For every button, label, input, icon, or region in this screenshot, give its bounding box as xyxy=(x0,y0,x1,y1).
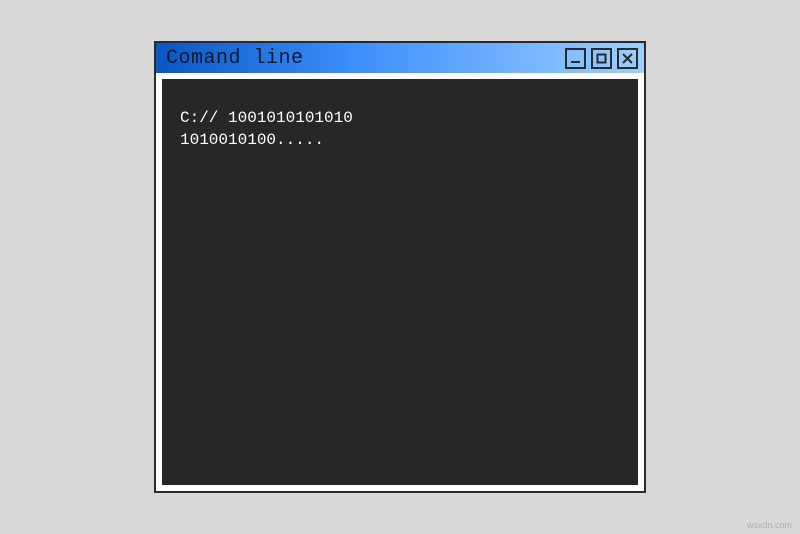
titlebar[interactable]: Comand line xyxy=(156,43,644,73)
window-controls xyxy=(565,48,638,69)
terminal-line-1: C:// 1001010101010 xyxy=(180,107,620,129)
window-title: Comand line xyxy=(166,47,304,70)
terminal-content[interactable]: C:// 1001010101010 1010010100..... xyxy=(162,79,638,485)
terminal-line-2: 1010010100..... xyxy=(180,129,620,151)
minimize-button[interactable] xyxy=(565,48,586,69)
close-icon xyxy=(621,52,634,65)
minimize-icon xyxy=(569,52,582,65)
command-line-window: Comand line C:// 1001010101010 10100 xyxy=(154,41,646,493)
watermark: wsxdn.com xyxy=(747,520,792,530)
maximize-icon xyxy=(595,52,608,65)
maximize-button[interactable] xyxy=(591,48,612,69)
close-button[interactable] xyxy=(617,48,638,69)
